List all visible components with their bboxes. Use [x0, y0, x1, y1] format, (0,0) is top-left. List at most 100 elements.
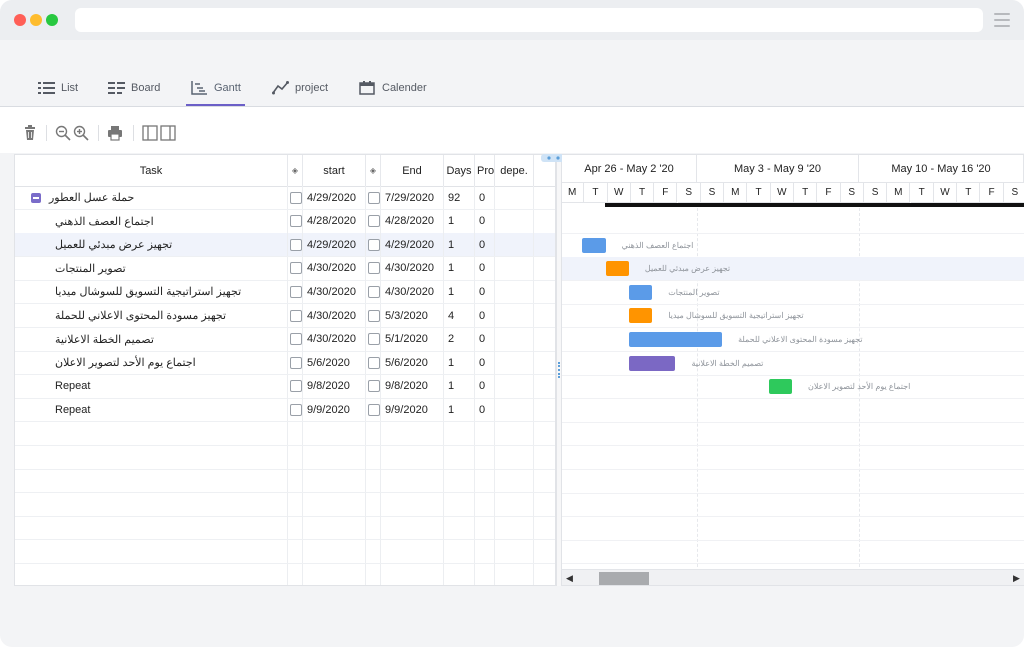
tab-calendar[interactable]: Calender: [359, 79, 427, 97]
row-checkbox[interactable]: [290, 215, 302, 228]
empty-cell: [381, 469, 444, 493]
empty-cell: [475, 563, 495, 585]
table-row[interactable]: اجتماع العصف الذهني 4/28/2020 4/28/2020 1 0: [15, 209, 555, 234]
zoom-in-icon[interactable]: [73, 125, 89, 141]
collapse-icon[interactable]: [31, 192, 41, 203]
row-checkbox[interactable]: [368, 403, 380, 416]
column-dependencies[interactable]: depe.: [495, 155, 534, 186]
scroll-left-icon[interactable]: ◀: [566, 573, 573, 584]
column-start[interactable]: start: [303, 155, 366, 186]
maximize-window-button[interactable]: [46, 14, 58, 26]
table-row[interactable]: تصوير المنتجات 4/30/2020 4/30/2020 1 0: [15, 256, 555, 281]
row-checkbox-cell: [366, 304, 381, 327]
print-icon[interactable]: [107, 125, 123, 141]
zoom-out-icon[interactable]: [55, 125, 71, 141]
tab-list[interactable]: List: [38, 79, 78, 97]
tab-board[interactable]: Board: [108, 79, 160, 97]
task-bar[interactable]: [628, 355, 676, 371]
row-checkbox[interactable]: [290, 309, 302, 322]
empty-cell: [534, 304, 555, 327]
row-checkbox[interactable]: [368, 238, 380, 251]
task-bar[interactable]: [605, 261, 629, 277]
row-checkbox-cell: [288, 304, 303, 327]
task-bar[interactable]: [628, 284, 653, 300]
task-name-cell: تصميم الخطة الاعلانية: [15, 327, 288, 351]
summary-bar[interactable]: [605, 203, 1024, 207]
empty-cell: [444, 492, 475, 516]
empty-cell: [381, 445, 444, 469]
row-checkbox[interactable]: [290, 262, 302, 275]
table-row[interactable]: تصميم الخطة الاعلانية 4/30/2020 5/1/2020 2 0: [15, 327, 555, 352]
week-header: May 10 - May 16 '20: [859, 155, 1024, 183]
empty-cell: [475, 516, 495, 540]
table-row[interactable]: اجتماع يوم الأحد لتصوير الاعلان 5/6/2020 5…: [15, 351, 555, 376]
empty-cell: [366, 540, 381, 563]
panel-left-icon[interactable]: [142, 125, 158, 141]
task-bar[interactable]: [628, 308, 653, 324]
task-bar[interactable]: [628, 332, 723, 347]
close-window-button[interactable]: [14, 14, 26, 26]
row-checkbox[interactable]: [368, 285, 380, 298]
empty-cell: [534, 516, 555, 539]
task-bar[interactable]: [768, 379, 792, 395]
column-task[interactable]: Task: [15, 155, 288, 186]
empty-cell: [495, 280, 534, 304]
row-gridline: [562, 516, 1024, 518]
table-row[interactable]: تجهيز مسودة المحتوى الاعلاني للحملة 4/30/…: [15, 304, 555, 328]
horizontal-scrollbar[interactable]: ◀ ▶: [562, 569, 1024, 585]
row-checkbox[interactable]: [368, 333, 380, 346]
row-checkbox[interactable]: [290, 356, 302, 369]
task-name-cell: تصوير المنتجات: [15, 256, 288, 280]
empty-cell: [495, 374, 534, 398]
row-checkbox[interactable]: [368, 262, 380, 275]
panel-right-icon[interactable]: [160, 125, 176, 141]
table-row[interactable]: تجهيز عرض مبدئي للعميل 4/29/2020 4/29/2020…: [15, 233, 555, 258]
table-row[interactable]: Repeat 9/8/2020 9/8/2020 1 0: [15, 374, 555, 399]
table-row[interactable]: Repeat 9/9/2020 9/9/2020 1 0: [15, 398, 555, 423]
days-cell: 1: [444, 351, 475, 375]
empty-cell: [495, 445, 534, 469]
task-name-cell: Repeat: [15, 398, 288, 422]
tab-project[interactable]: project: [272, 79, 328, 97]
row-checkbox[interactable]: [290, 333, 302, 346]
scroll-right-icon[interactable]: ▶: [1013, 573, 1020, 584]
start-sort-icon[interactable]: ◈: [288, 155, 303, 186]
days-cell: 1: [444, 209, 475, 233]
minimize-window-button[interactable]: [30, 14, 42, 26]
trash-icon[interactable]: [22, 125, 38, 141]
empty-cell: [444, 563, 475, 585]
row-checkbox[interactable]: [368, 215, 380, 228]
column-end[interactable]: End: [381, 155, 444, 186]
row-checkbox[interactable]: [290, 380, 302, 393]
row-checkbox[interactable]: [368, 191, 380, 204]
row-checkbox[interactable]: [290, 403, 302, 416]
row-checkbox[interactable]: [368, 380, 380, 393]
row-checkbox[interactable]: [368, 309, 380, 322]
row-checkbox[interactable]: [290, 238, 302, 251]
column-days[interactable]: Days: [444, 155, 475, 186]
task-name: اجتماع يوم الأحد لتصوير الاعلان: [55, 357, 196, 370]
task-name-cell: اجتماع العصف الذهني: [15, 209, 288, 233]
table-row[interactable]: حملة عسل العطور 4/29/2020 7/29/2020 92 0: [15, 186, 555, 210]
empty-cell: [381, 516, 444, 540]
empty-cell: [534, 493, 555, 516]
table-row[interactable]: تجهيز استراتيجية التسويق للسوشال ميديا 4/…: [15, 280, 555, 305]
empty-cell: [288, 445, 303, 469]
empty-cell: [495, 327, 534, 351]
task-bar[interactable]: [582, 237, 606, 253]
scroll-thumb[interactable]: [599, 572, 649, 585]
address-bar[interactable]: [75, 8, 983, 32]
tab-gantt[interactable]: Gantt: [191, 79, 241, 97]
start-date-cell: 4/30/2020: [303, 304, 366, 327]
row-checkbox[interactable]: [290, 285, 302, 298]
end-sort-icon[interactable]: ◈: [366, 155, 381, 186]
row-gridline: [562, 351, 1024, 352]
task-bar-label: اجتماع يوم الأحد لتصوير الاعلان: [808, 382, 911, 392]
empty-cell: [288, 422, 303, 445]
row-checkbox[interactable]: [290, 191, 302, 204]
day-header: T: [630, 183, 655, 203]
empty-cell: [366, 516, 381, 540]
row-checkbox[interactable]: [368, 356, 380, 369]
column-progress[interactable]: Pro: [475, 155, 495, 186]
hamburger-menu-icon[interactable]: [994, 13, 1010, 27]
